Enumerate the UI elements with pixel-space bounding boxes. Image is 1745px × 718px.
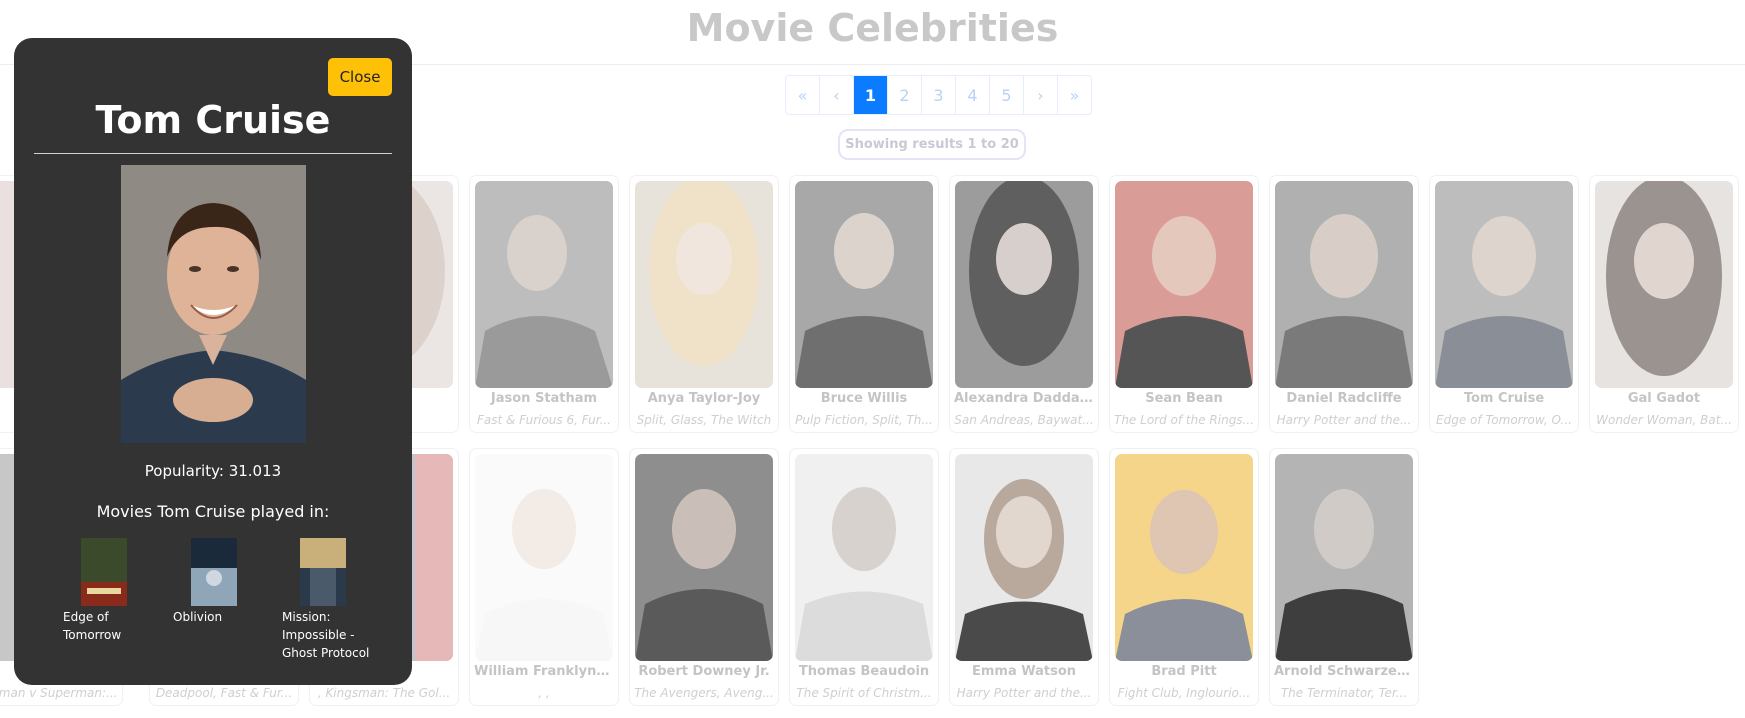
celebrity-name: Alexandra Daddario <box>954 391 1094 406</box>
celebrity-movies: Harry Potter and the... <box>1276 413 1412 427</box>
page-2-button[interactable]: 2 <box>888 76 922 114</box>
celebrity-name: Gal Gadot <box>1627 391 1701 406</box>
page-5-button[interactable]: 5 <box>990 76 1024 114</box>
movie-item[interactable]: Edge of Tomorrow <box>63 538 163 644</box>
modal-celebrity-name: Tom Cruise <box>95 98 331 142</box>
celebrity-movies: The Lord of the Rings... <box>1114 413 1254 427</box>
celebrity-movies: Pulp Fiction, Split, Th... <box>795 413 933 427</box>
celebrity-photo <box>635 454 773 661</box>
movie-poster <box>81 538 127 606</box>
celebrity-photo <box>475 181 613 388</box>
celebrity-movies: Fight Club, Inglourio... <box>1117 686 1251 700</box>
pagination: « ‹ 1 2 3 4 5 › » <box>785 75 1092 115</box>
celebrity-photo <box>955 181 1093 388</box>
celebrity-photo <box>1595 181 1733 388</box>
celebrity-photo <box>635 181 773 388</box>
celebrity-name: William Franklyn-... <box>474 664 614 679</box>
celebrity-photo <box>955 454 1093 661</box>
celebrity-card[interactable]: Anya Taylor-Joy Split, Glass, The Witch <box>629 175 779 433</box>
movie-title: Oblivion <box>173 610 223 624</box>
celebrity-card[interactable]: Sean Bean The Lord of the Rings... <box>1109 175 1259 433</box>
celebrity-movies: The Terminator, Ter... <box>1280 686 1408 700</box>
celebrity-movies: The Spirit of Christm... <box>796 686 932 700</box>
celebrity-movies: , Kingsman: The Gol... <box>317 686 451 700</box>
celebrity-card[interactable]: Tom Cruise Edge of Tomorrow, O... <box>1429 175 1579 433</box>
celebrity-card[interactable]: Jason Statham Fast & Furious 6, Fur... <box>469 175 619 433</box>
celebrity-movies: San Andreas, Baywat... <box>954 413 1094 427</box>
close-button[interactable]: Close <box>328 58 392 96</box>
celebrity-photo <box>1275 181 1413 388</box>
celebrity-modal: Close Tom Cruise Popularity: 31.013 Movi… <box>14 38 412 685</box>
celebrity-movies: Harry Potter and the... <box>956 686 1092 700</box>
movie-poster <box>191 538 237 606</box>
celebrity-photo <box>1435 181 1573 388</box>
celebrity-name: Thomas Beaudoin <box>798 664 930 679</box>
celebrity-movies: The Avengers, Aveng... <box>634 686 774 700</box>
celebrity-movies: , , <box>538 686 550 700</box>
movie-item[interactable]: Oblivion <box>173 538 273 626</box>
last-page-button[interactable]: » <box>1058 76 1091 114</box>
results-count: Showing results 1 to 20 <box>838 129 1026 160</box>
first-page-button[interactable]: « <box>786 76 820 114</box>
celebrity-card[interactable]: William Franklyn-... , , <box>469 448 619 706</box>
celebrity-name: Brad Pitt <box>1151 664 1217 679</box>
movies-heading: Movies Tom Cruise played in: <box>96 502 330 521</box>
celebrity-card[interactable]: Emma Watson Harry Potter and the... <box>949 448 1099 706</box>
celebrity-photo <box>795 454 933 661</box>
celebrity-card[interactable]: Thomas Beaudoin The Spirit of Christm... <box>789 448 939 706</box>
celebrity-name: Sean Bean <box>1145 391 1223 406</box>
celebrity-card[interactable]: Arnold Schwarzene... The Terminator, Ter… <box>1269 448 1419 706</box>
movie-title: Edge of Tomorrow <box>63 610 122 642</box>
celebrity-name: Anya Taylor-Joy <box>647 391 761 406</box>
celebrity-card[interactable]: Daniel Radcliffe Harry Potter and the... <box>1269 175 1419 433</box>
celebrity-name: Robert Downey Jr. <box>638 664 770 679</box>
movie-title: Mission: Impossible - Ghost Protocol <box>282 610 370 660</box>
celebrity-photo <box>475 454 613 661</box>
celebrity-movies: Batman v Superman:... <box>0 686 118 700</box>
popularity-text: Popularity: 31.013 <box>144 462 282 480</box>
celebrity-card[interactable]: Alexandra Daddario San Andreas, Baywat..… <box>949 175 1099 433</box>
modal-celebrity-photo <box>121 165 306 443</box>
celebrity-card[interactable]: Bruce Willis Pulp Fiction, Split, Th... <box>789 175 939 433</box>
page-4-button[interactable]: 4 <box>956 76 990 114</box>
celebrity-name: Jason Statham <box>490 391 598 406</box>
celebrity-movies: Deadpool, Fast & Fur... <box>155 686 293 700</box>
celebrity-card[interactable]: Gal Gadot Wonder Woman, Bat... <box>1589 175 1739 433</box>
celebrity-movies: Wonder Woman, Bat... <box>1596 413 1732 427</box>
celebrity-photo <box>1275 454 1413 661</box>
celebrity-photo <box>1115 181 1253 388</box>
page-3-button[interactable]: 3 <box>922 76 956 114</box>
celebrity-movies: Edge of Tomorrow, O... <box>1436 413 1572 427</box>
movie-item[interactable]: Mission: Impossible - Ghost Protocol <box>282 538 382 662</box>
celebrity-movies: Split, Glass, The Witch <box>636 413 772 427</box>
celebrity-card[interactable]: Brad Pitt Fight Club, Inglourio... <box>1109 448 1259 706</box>
next-page-button[interactable]: › <box>1024 76 1058 114</box>
celebrity-name: Tom Cruise <box>1463 391 1545 406</box>
celebrity-card[interactable]: Robert Downey Jr. The Avengers, Aveng... <box>629 448 779 706</box>
page-1-button[interactable]: 1 <box>854 76 888 114</box>
celebrity-name: Bruce Willis <box>820 391 908 406</box>
celebrity-photo <box>1115 454 1253 661</box>
celebrity-name: Daniel Radcliffe <box>1286 391 1402 406</box>
celebrity-name: Arnold Schwarzene... <box>1274 664 1414 679</box>
prev-page-button[interactable]: ‹ <box>820 76 854 114</box>
celebrity-movies: Fast & Furious 6, Fur... <box>476 413 612 427</box>
celebrity-name: Emma Watson <box>971 664 1077 679</box>
modal-divider <box>34 153 392 154</box>
celebrity-photo <box>795 181 933 388</box>
movie-poster <box>300 538 346 606</box>
